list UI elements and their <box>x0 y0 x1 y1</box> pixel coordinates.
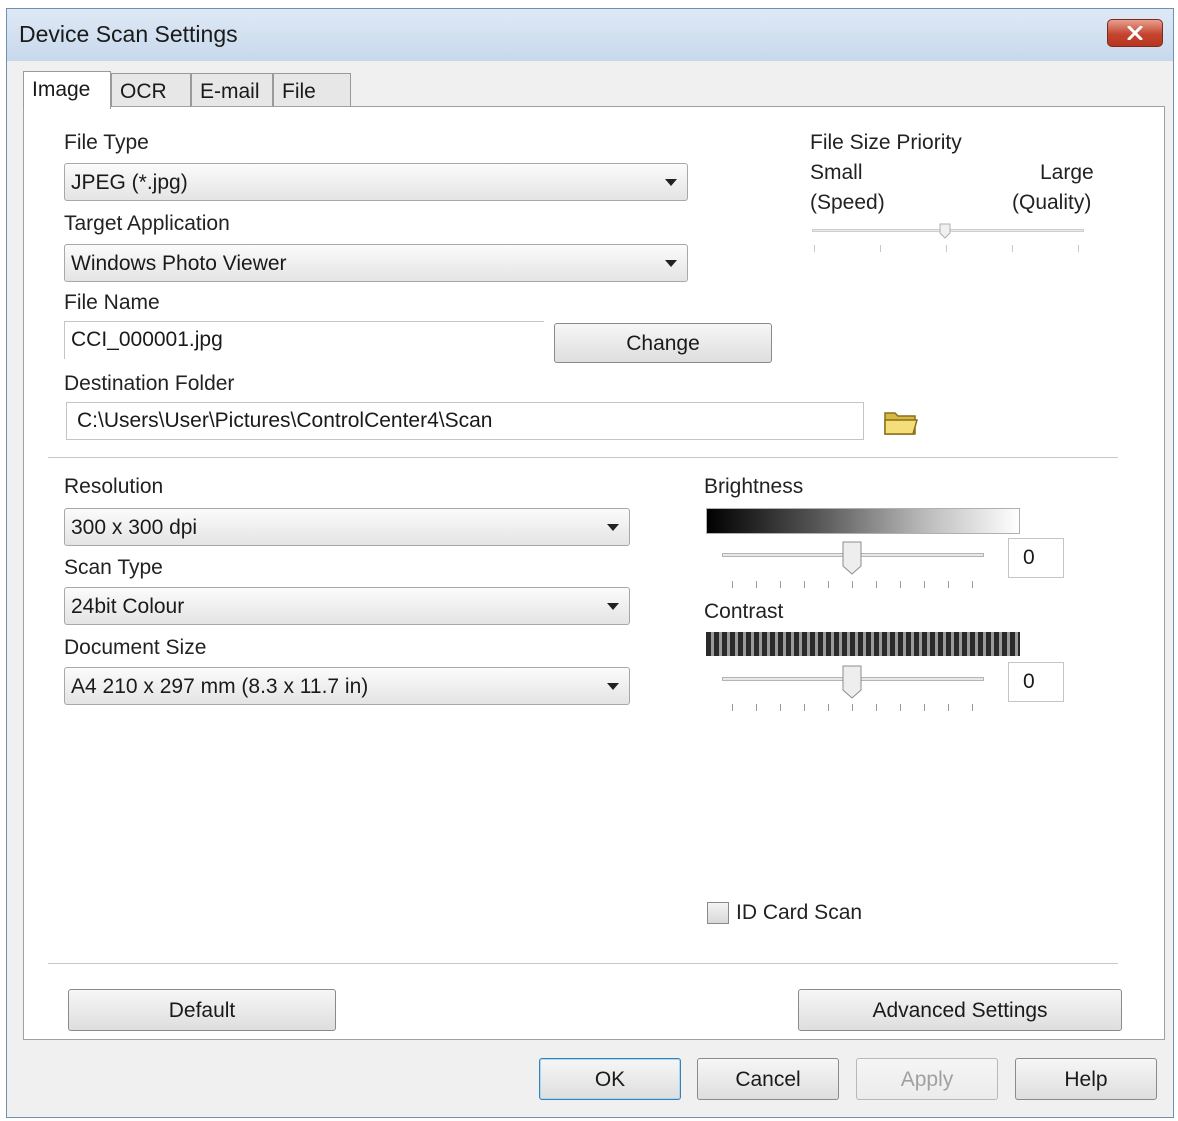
folder-icon[interactable] <box>882 405 920 439</box>
destination-folder-label: Destination Folder <box>64 372 235 395</box>
section-divider <box>48 963 1118 965</box>
chevron-down-icon <box>607 524 619 531</box>
tab-label: Image <box>32 78 91 101</box>
file-type-value: JPEG (*.jpg) <box>71 171 188 194</box>
brightness-value-field[interactable]: 0 <box>1008 538 1064 578</box>
dialog-window: Device Scan Settings Image OCR E-mail Fi… <box>6 8 1174 1118</box>
tab-label: OCR <box>120 80 167 103</box>
contrast-label: Contrast <box>704 600 784 623</box>
target-application-label: Target Application <box>64 212 230 235</box>
file-size-large-label: Large <box>1040 161 1094 184</box>
ok-button[interactable]: OK <box>539 1058 681 1100</box>
file-size-priority-label: File Size Priority <box>810 131 962 154</box>
apply-button[interactable]: Apply <box>856 1058 998 1100</box>
file-name-label: File Name <box>64 291 160 314</box>
brightness-slider-thumb[interactable] <box>842 541 862 575</box>
file-type-select[interactable]: JPEG (*.jpg) <box>64 163 688 201</box>
destination-folder-field[interactable]: C:\Users\User\Pictures\ControlCenter4\Sc… <box>66 402 864 440</box>
resolution-value: 300 x 300 dpi <box>71 516 198 539</box>
contrast-ticks <box>732 704 982 712</box>
document-size-label: Document Size <box>64 636 207 659</box>
change-button[interactable]: Change <box>554 323 772 363</box>
id-card-scan-label[interactable]: ID Card Scan <box>736 901 862 925</box>
file-size-quality-label: (Quality) <box>1012 191 1092 214</box>
file-size-speed-label: (Speed) <box>810 191 885 214</box>
section-divider <box>48 457 1118 459</box>
scan-type-label: Scan Type <box>64 556 163 579</box>
target-application-value: Windows Photo Viewer <box>71 252 287 275</box>
advanced-settings-button[interactable]: Advanced Settings <box>798 989 1122 1031</box>
resolution-select[interactable]: 300 x 300 dpi <box>64 508 630 546</box>
file-type-label: File Type <box>64 131 149 154</box>
chevron-down-icon <box>665 260 677 267</box>
contrast-pattern-bar <box>706 632 1020 656</box>
scan-type-select[interactable]: 24bit Colour <box>64 587 630 625</box>
contrast-value-field[interactable]: 0 <box>1008 662 1064 702</box>
chevron-down-icon <box>607 603 619 610</box>
file-size-slider-thumb[interactable] <box>938 223 952 239</box>
tab-label: File <box>282 80 316 103</box>
destination-folder-value: C:\Users\User\Pictures\ControlCenter4\Sc… <box>77 409 493 432</box>
target-application-select[interactable]: Windows Photo Viewer <box>64 244 688 282</box>
file-size-ticks <box>812 245 1084 253</box>
default-button[interactable]: Default <box>68 989 336 1031</box>
document-size-value: A4 210 x 297 mm (8.3 x 11.7 in) <box>71 675 369 698</box>
help-button[interactable]: Help <box>1015 1058 1157 1100</box>
brightness-label: Brightness <box>704 475 804 498</box>
file-name-field[interactable]: CCI_000001.jpg <box>64 321 544 359</box>
file-name-value: CCI_000001.jpg <box>71 328 223 351</box>
resolution-label: Resolution <box>64 475 164 498</box>
tab-file[interactable]: File <box>273 73 351 107</box>
cancel-button[interactable]: Cancel <box>697 1058 839 1100</box>
title-bar[interactable]: Device Scan Settings <box>7 9 1173 61</box>
scan-type-value: 24bit Colour <box>71 595 185 618</box>
window-title: Device Scan Settings <box>19 21 238 47</box>
tab-label: E-mail <box>200 80 260 103</box>
image-tab-panel: File Type JPEG (*.jpg) Target Applicatio… <box>23 106 1165 1040</box>
document-size-select[interactable]: A4 210 x 297 mm (8.3 x 11.7 in) <box>64 667 630 705</box>
close-button[interactable] <box>1107 19 1163 47</box>
brightness-gradient-bar <box>706 508 1020 534</box>
chevron-down-icon <box>607 683 619 690</box>
contrast-value: 0 <box>1023 670 1035 693</box>
close-icon <box>1127 26 1143 40</box>
brightness-ticks <box>732 581 982 589</box>
tab-ocr[interactable]: OCR <box>111 73 191 107</box>
chevron-down-icon <box>665 179 677 186</box>
id-card-scan-checkbox[interactable] <box>707 902 729 924</box>
contrast-slider-thumb[interactable] <box>842 665 862 699</box>
tab-email[interactable]: E-mail <box>191 73 273 107</box>
brightness-value: 0 <box>1023 546 1035 569</box>
file-size-small-label: Small <box>810 161 863 184</box>
tab-image[interactable]: Image <box>23 71 111 109</box>
